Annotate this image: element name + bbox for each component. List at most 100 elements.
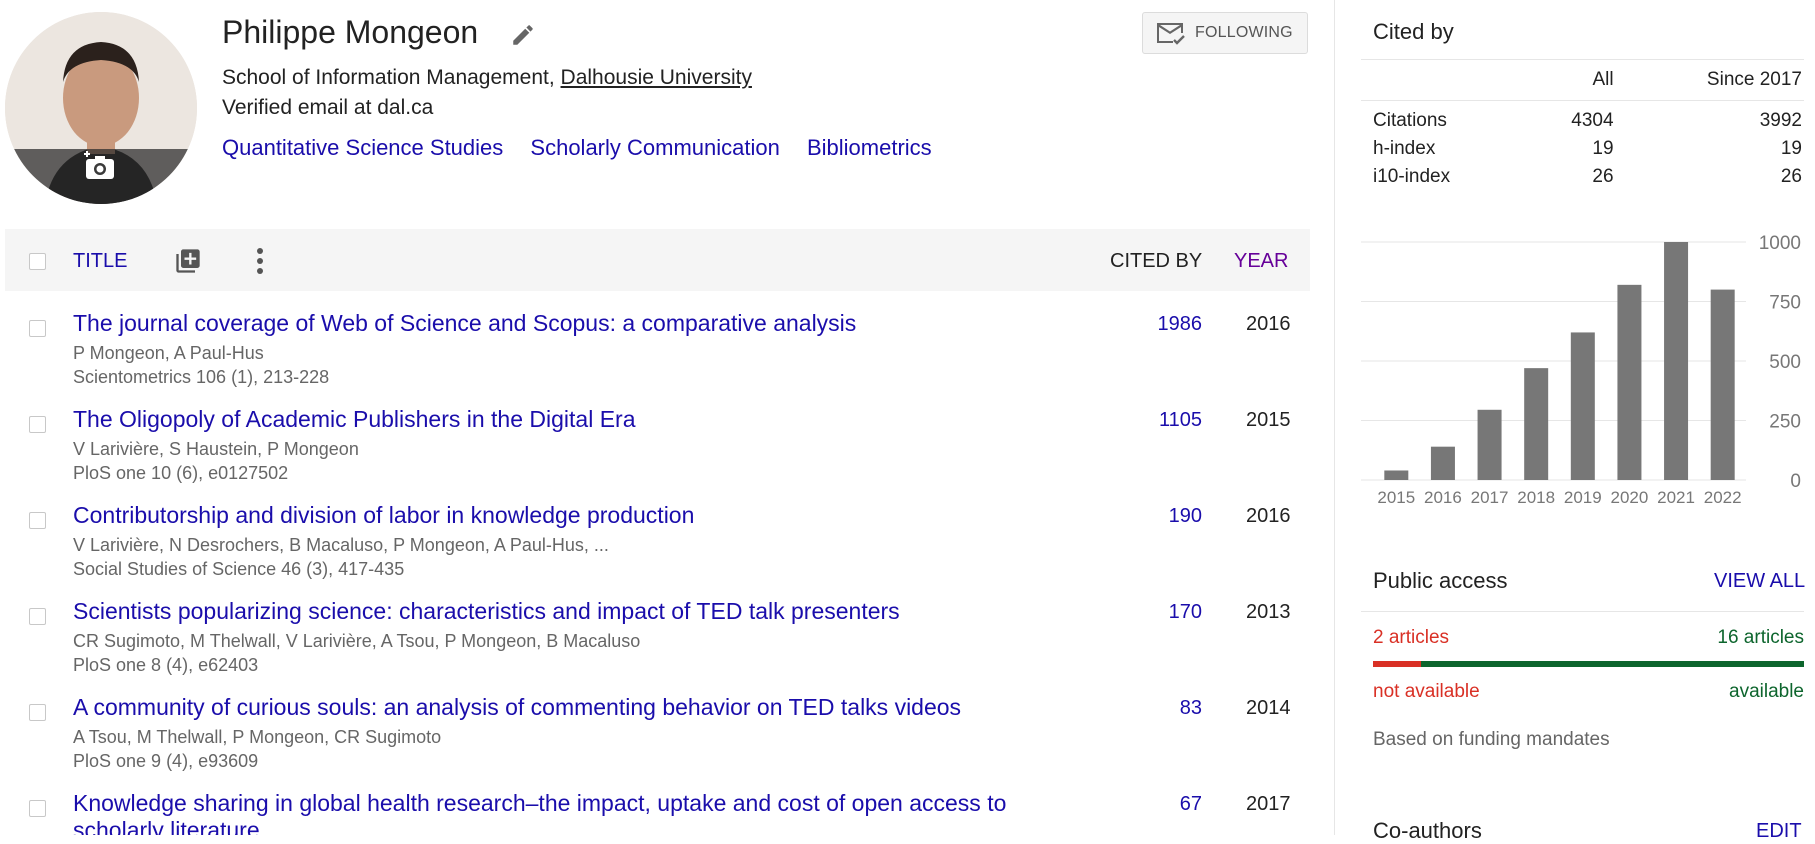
row-checkbox[interactable] (29, 704, 46, 721)
citation-metrics-table: All Since 2017 Citations 4304 3992 h-ind… (1361, 60, 1804, 191)
cited-by-header[interactable]: CITED BY (1110, 250, 1202, 273)
row-checkbox[interactable] (29, 320, 46, 337)
y-tick-label: 500 (1769, 352, 1801, 373)
article-authors: A Tsou, M Thelwall, P Mongeon, CR Sugimo… (73, 727, 442, 747)
affiliation-link[interactable]: Dalhousie University (561, 66, 752, 89)
row-checkbox[interactable] (29, 800, 46, 817)
cited-by-count[interactable]: 1986 (1158, 313, 1203, 336)
row-checkbox[interactable] (29, 416, 46, 433)
article-title-link[interactable]: Knowledge sharing in global health resea… (73, 790, 1083, 835)
metric-since: 19 (1780, 138, 1802, 159)
row-checkbox[interactable] (29, 608, 46, 625)
metric-all: 19 (1592, 138, 1614, 159)
metric-label[interactable]: h-index (1361, 135, 1518, 163)
cited-by-count[interactable]: 1105 (1159, 409, 1202, 432)
article-venue: PloS one 9 (4), e93609 (73, 751, 259, 771)
verified-email: Verified email at dal.ca (222, 96, 434, 119)
metric-label[interactable]: Citations (1361, 101, 1518, 136)
pencil-icon[interactable] (510, 22, 536, 48)
metric-label[interactable]: i10-index (1361, 163, 1518, 191)
article-year: 2017 (1246, 793, 1291, 815)
cited-by-count[interactable]: 67 (1180, 793, 1202, 816)
article-venue: Social Studies of Science 46 (3), 417-43… (73, 559, 405, 579)
article-year: 2016 (1246, 313, 1291, 335)
x-tick-label: 2018 (1517, 488, 1555, 507)
col-since-header: Since 2017 (1706, 69, 1802, 90)
table-row: Contributorship and division of labor in… (0, 502, 1310, 598)
article-authors: V Larivière, S Haustein, P Mongeon (73, 439, 359, 459)
affiliation: School of Information Management, Dalhou… (222, 66, 752, 90)
not-available-bar (1373, 661, 1421, 667)
table-row: Scientists popularizing science: charact… (0, 598, 1310, 694)
x-tick-label: 2020 (1611, 488, 1649, 507)
divider (1361, 611, 1804, 612)
cited-by-heading: Cited by (1373, 19, 1454, 44)
following-label: FOLLOWING (1195, 24, 1293, 41)
following-button[interactable]: FOLLOWING (1142, 12, 1308, 54)
table-row: The journal coverage of Web of Science a… (0, 310, 1310, 406)
not-available-label: not available (1373, 681, 1480, 702)
y-tick-label: 0 (1790, 471, 1801, 492)
article-authors: P Mongeon, A Paul-Hus (73, 343, 264, 363)
interest-link[interactable]: Scholarly Communication (530, 135, 779, 160)
chart-bar (1477, 409, 1502, 480)
select-all-checkbox[interactable] (29, 253, 46, 270)
chart-bar (1524, 368, 1549, 480)
table-row: Knowledge sharing in global health resea… (0, 790, 1310, 835)
chart-bar (1617, 284, 1642, 480)
y-tick-label: 250 (1769, 412, 1801, 433)
coauthors-heading: Co-authors (1373, 818, 1482, 843)
article-authors: CR Sugimoto, M Thelwall, V Larivière, A … (73, 631, 641, 651)
sort-by-title[interactable]: TITLE (73, 250, 127, 273)
cited-by-count[interactable]: 170 (1169, 601, 1202, 624)
col-all-header: All (1592, 69, 1614, 90)
more-vert-icon[interactable] (255, 246, 265, 276)
article-venue: Scientometrics 106 (1), 213-228 (73, 367, 330, 387)
citations-per-year-chart: 0 250 500 750 1000 2015 2016 2017 2018 2019 2020 20… (1361, 233, 1801, 507)
available-bar (1421, 661, 1804, 667)
x-tick-label: 2016 (1424, 488, 1462, 507)
available-count[interactable]: 16 articles (1714, 627, 1804, 649)
metric-col-empty (1361, 60, 1518, 101)
column-divider (1334, 0, 1335, 835)
article-venue: PloS one 10 (6), e0127502 (73, 463, 289, 483)
y-tick-label: 750 (1769, 293, 1801, 314)
row-checkbox[interactable] (29, 512, 46, 529)
cited-by-count[interactable]: 83 (1180, 697, 1202, 720)
camera-icon[interactable] (82, 150, 118, 182)
article-title-link[interactable]: Scientists popularizing science: charact… (73, 598, 900, 625)
envelope-check-icon (1157, 23, 1185, 45)
article-year: 2014 (1246, 697, 1291, 719)
article-venue: PloS one 8 (4), e62403 (73, 655, 259, 675)
research-interests: Quantitative Science Studies Scholarly C… (222, 135, 953, 161)
chart-bar (1570, 332, 1595, 480)
article-year: 2016 (1246, 505, 1291, 527)
table-row: The Oligopoly of Academic Publishers in … (0, 406, 1310, 502)
chart-bar (1384, 470, 1409, 480)
article-authors: V Larivière, N Desrochers, B Macaluso, P… (73, 535, 609, 555)
view-all-link[interactable]: VIEW ALL (1714, 570, 1805, 593)
x-tick-label: 2022 (1704, 488, 1742, 507)
article-title-link[interactable]: A community of curious souls: an analysi… (73, 694, 961, 721)
metric-since: 26 (1780, 166, 1802, 187)
x-tick-label: 2021 (1657, 488, 1695, 507)
article-title-link[interactable]: The journal coverage of Web of Science a… (73, 310, 856, 337)
article-year: 2013 (1246, 601, 1291, 623)
metric-since: 3992 (1759, 110, 1802, 131)
sort-by-year[interactable]: YEAR (1234, 250, 1288, 273)
article-title-link[interactable]: The Oligopoly of Academic Publishers in … (73, 406, 636, 433)
add-library-icon[interactable] (174, 247, 202, 275)
public-access-heading: Public access (1373, 568, 1508, 593)
table-row: A community of curious souls: an analysi… (0, 694, 1310, 790)
interest-link[interactable]: Quantitative Science Studies (222, 135, 503, 160)
coauthors-edit-link[interactable]: EDIT (1756, 820, 1802, 843)
article-year: 2015 (1246, 409, 1291, 431)
not-available-count[interactable]: 2 articles (1373, 627, 1449, 649)
interest-link[interactable]: Bibliometrics (807, 135, 932, 160)
article-title-link[interactable]: Contributorship and division of labor in… (73, 502, 694, 529)
available-label: available (1729, 681, 1804, 702)
metric-all: 26 (1592, 166, 1614, 187)
funding-mandates-note: Based on funding mandates (1373, 729, 1610, 750)
chart-bar (1664, 242, 1689, 480)
cited-by-count[interactable]: 190 (1169, 505, 1202, 528)
